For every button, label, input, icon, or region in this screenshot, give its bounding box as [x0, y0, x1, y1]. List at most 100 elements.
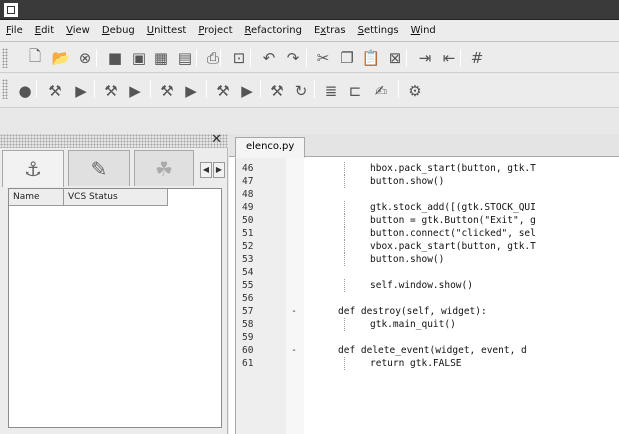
copy-icon[interactable]: ❐	[336, 47, 358, 69]
code-text: hbox.pack_start(button, gtk.T	[370, 163, 536, 174]
toolbar-grip[interactable]	[2, 79, 8, 99]
toolbar-separator	[94, 80, 95, 98]
new-file-icon[interactable]: 🗋	[24, 47, 46, 69]
code-line[interactable]: 53 button.show()	[236, 253, 619, 266]
tab-scroll-right-icon[interactable]: ▶	[213, 162, 225, 178]
save-icon[interactable]: ■	[104, 47, 126, 69]
indent-guide	[344, 279, 345, 292]
debug-viewer-icon[interactable]: ✎	[68, 150, 130, 186]
title-bar	[0, 0, 619, 20]
main-toolbar: 🗋 📂 ⊗ ■ ▣ ▦ ▤ ⎙ ⊡ ↶ ↷ ✂ ❐ 📋 ⊠ ⇥ ⇤ #	[0, 43, 619, 73]
code-line[interactable]: 60 - def delete_event(widget, event, d	[236, 344, 619, 357]
toolbar-separator	[150, 80, 151, 98]
toolbar-separator	[36, 80, 37, 98]
code-line[interactable]: 47 button.show()	[236, 175, 619, 188]
restart-icon[interactable]: ↻	[290, 80, 312, 102]
unindent-icon[interactable]: ⇤	[438, 47, 460, 69]
open-file-icon[interactable]: 📂	[50, 47, 72, 69]
menu-bar: File Edit View Debug Unittest Project Refactor…	[0, 20, 619, 42]
menu-item[interactable]: Edit	[29, 20, 60, 41]
editor-tab-elenco[interactable]: elenco.py	[235, 137, 306, 158]
column-header-name[interactable]: Name	[9, 189, 64, 206]
comment-icon[interactable]: #	[466, 47, 488, 69]
code-line[interactable]: 52 vbox.pack_start(button, gtk.T	[236, 240, 619, 253]
menu-item[interactable]: Refactoring	[239, 20, 308, 41]
fold-marker[interactable]: -	[288, 344, 300, 357]
save-all-icon[interactable]: ▦	[150, 47, 172, 69]
debug-toolbar: ● ⚒ ▶ ⚒ ▶ ⚒ ▶ ⚒ ▶ ⚒ ↻ ≣ ⊏ ✍ ⚙	[0, 74, 619, 108]
code-line[interactable]: 48	[236, 188, 619, 201]
breakpoint-icon[interactable]: ●	[14, 80, 36, 102]
panel-tabs: ⚓ ✎ ☘ ◀ ▶	[2, 150, 226, 187]
line-number: 57	[242, 306, 254, 317]
code-line[interactable]: 55 self.window.show()	[236, 279, 619, 292]
project-file-list[interactable]: Name VCS Status	[8, 188, 222, 428]
menu-label: iew	[72, 25, 90, 36]
tab-scroll-left-icon[interactable]: ◀	[200, 162, 212, 178]
line-number: 49	[242, 202, 254, 213]
menu-item[interactable]: View	[60, 20, 96, 41]
line-number: 53	[242, 254, 254, 265]
code-line[interactable]: 46 hbox.pack_start(button, gtk.T	[236, 162, 619, 175]
code-text: gtk.main_quit()	[370, 319, 456, 330]
clear-icon[interactable]: ⊠	[384, 47, 406, 69]
debug-script-icon[interactable]: ⚒	[44, 80, 66, 102]
menu-item[interactable]: Debug	[96, 20, 141, 41]
code-text: self.window.show()	[370, 280, 473, 291]
fold-marker[interactable]: -	[288, 305, 300, 318]
print-preview-icon[interactable]: ⊡	[228, 47, 250, 69]
code-line[interactable]: 49 gtk.stock_add([(gtk.STOCK_QUI	[236, 201, 619, 214]
code-line[interactable]: 54	[236, 266, 619, 279]
code-line[interactable]: 51 button.connect("clicked", sel	[236, 227, 619, 240]
code-line[interactable]: 59	[236, 331, 619, 344]
code-line[interactable]: 61 return gtk.FALSE	[236, 357, 619, 370]
code-line[interactable]: 50 button = gtk.Button("Exit", g	[236, 214, 619, 227]
code-text: vbox.pack_start(button, gtk.T	[370, 241, 536, 252]
search-icon[interactable]: ⚙	[404, 80, 426, 102]
cut-icon[interactable]: ✂	[312, 47, 334, 69]
browser-icon[interactable]: ☘	[134, 150, 194, 186]
close-file-icon[interactable]: ⊗	[74, 47, 96, 69]
indent-guide	[344, 240, 345, 253]
debug-project-icon[interactable]: ⚒	[100, 80, 122, 102]
menu-item[interactable]: Wind	[405, 20, 442, 41]
save-copy-icon[interactable]: ▤	[174, 47, 196, 69]
redo-icon[interactable]: ↷	[282, 47, 304, 69]
run-script-icon[interactable]: ▶	[70, 80, 92, 102]
profile-icon[interactable]: ✍	[370, 80, 392, 102]
indent-guide	[344, 253, 345, 266]
menu-item[interactable]: Project	[192, 20, 238, 41]
save-as-icon[interactable]: ▣	[128, 47, 150, 69]
code-text: def delete_event(widget, event, d	[338, 345, 527, 356]
clear-breakpoints-icon[interactable]: ⊏	[344, 80, 366, 102]
line-number: 61	[242, 358, 254, 369]
step-over-icon[interactable]: ⚒	[212, 80, 234, 102]
code-line[interactable]: 58 gtk.main_quit()	[236, 318, 619, 331]
menu-mnemonic: U	[146, 25, 155, 36]
undo-icon[interactable]: ↶	[258, 47, 280, 69]
indent-guide	[344, 162, 345, 175]
step-out-icon[interactable]: ▶	[236, 80, 258, 102]
menu-item[interactable]: Settings	[352, 20, 405, 41]
code-text: return gtk.FALSE	[370, 358, 462, 369]
menu-item[interactable]: File	[0, 20, 29, 41]
stop-icon[interactable]: ⚒	[266, 80, 288, 102]
continue-icon[interactable]: ⚒	[156, 80, 178, 102]
menu-item[interactable]: Unittest	[141, 20, 193, 41]
menu-label: ebug	[109, 25, 135, 36]
code-line[interactable]: 56	[236, 292, 619, 305]
project-viewer-icon[interactable]: ⚓	[2, 150, 64, 187]
column-header-vcs-status[interactable]: VCS Status	[64, 189, 168, 206]
menu-item[interactable]: Extras	[308, 20, 352, 41]
toolbar-grip[interactable]	[2, 48, 8, 68]
indent-icon[interactable]: ⇥	[414, 47, 436, 69]
menu-label: efactoring	[251, 25, 302, 36]
close-icon[interactable]: ✕	[211, 133, 222, 147]
paste-icon[interactable]: 📋	[360, 47, 382, 69]
code-editor[interactable]: 46 hbox.pack_start(button, gtk.T 47 button.…	[235, 158, 619, 434]
toggle-breakpoint-icon[interactable]: ≣	[320, 80, 342, 102]
step-icon[interactable]: ▶	[180, 80, 202, 102]
run-project-icon[interactable]: ▶	[124, 80, 146, 102]
code-line[interactable]: 57 - def destroy(self, widget):	[236, 305, 619, 318]
window-menu-icon[interactable]	[4, 3, 18, 17]
